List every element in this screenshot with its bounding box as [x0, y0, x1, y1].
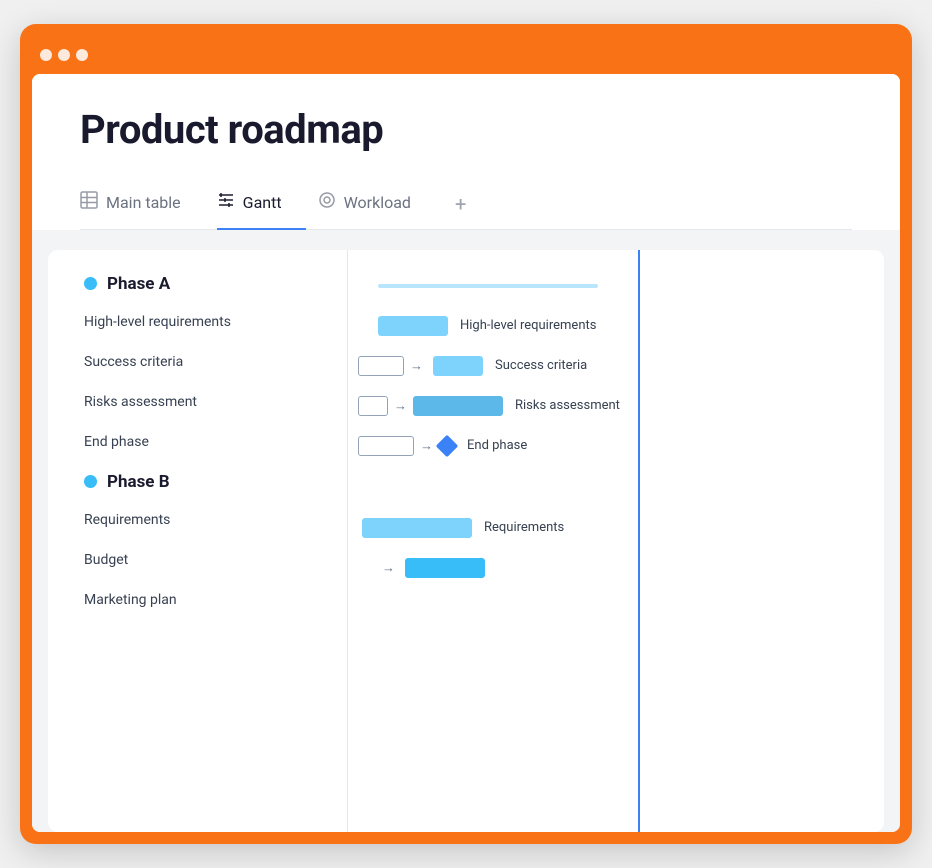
browser-dot-2 — [58, 49, 70, 61]
success-filled-bar — [433, 356, 483, 376]
table-icon — [80, 191, 98, 214]
success-bar-container: → Success criteria — [358, 356, 587, 376]
success-gantt-label: Success criteria — [495, 358, 587, 373]
gantt-chart: High-level requirements → Success criter… — [348, 250, 884, 833]
phase-b-group: Phase B Requirements Budget Marketing pl… — [84, 468, 347, 614]
task-end-phase: End phase — [84, 428, 347, 456]
browser-dots — [40, 49, 88, 61]
high-level-gantt-label: High-level requirements — [460, 318, 596, 333]
add-tab-button[interactable]: + — [447, 182, 474, 230]
phase-a-gantt-header-row — [348, 270, 884, 298]
gantt-left-panel: Phase A High-level requirements Success … — [48, 250, 348, 833]
gantt-body: Phase A High-level requirements Success … — [48, 250, 884, 833]
phase-b-label: Phase B — [107, 472, 170, 492]
phase-a-dot — [84, 277, 97, 290]
phase-a-label: Phase A — [107, 274, 170, 294]
browser-content: Product roadmap Main table — [32, 74, 900, 832]
risks-filled-bar — [413, 396, 503, 416]
requirements-bar-container: Requirements — [362, 518, 564, 538]
browser-dot-1 — [40, 49, 52, 61]
risks-arrow: → — [394, 398, 407, 414]
app-header: Product roadmap Main table — [32, 74, 900, 230]
browser-window: Product roadmap Main table — [20, 24, 912, 844]
tab-workload[interactable]: Workload — [318, 181, 435, 230]
gantt-row-high-level: High-level requirements — [348, 312, 884, 340]
end-phase-arrow: → — [420, 438, 433, 454]
task-high-level-label: High-level requirements — [84, 314, 231, 330]
success-arrow: → — [410, 358, 423, 374]
task-requirements-label: Requirements — [84, 512, 170, 528]
risks-bar-container: → Risks assessment — [358, 396, 620, 416]
workload-icon — [318, 191, 336, 214]
high-level-bar-container: High-level requirements — [378, 316, 596, 336]
budget-filled-bar — [405, 558, 485, 578]
tab-workload-label: Workload — [344, 193, 411, 212]
browser-chrome — [32, 36, 900, 74]
high-level-filled-bar — [378, 316, 448, 336]
task-success-criteria: Success criteria — [84, 348, 347, 376]
tabs-bar: Main table Gantt — [80, 181, 852, 230]
end-phase-bar-container: → End phase — [358, 436, 527, 456]
today-line — [638, 250, 640, 833]
page-title: Product roadmap — [80, 106, 852, 153]
risks-gantt-label: Risks assessment — [515, 398, 620, 413]
end-phase-gantt-label: End phase — [467, 438, 527, 453]
gantt-row-risks: → Risks assessment — [348, 392, 884, 420]
task-risks-assessment: Risks assessment — [84, 388, 347, 416]
phase-b-gantt-header-row — [348, 472, 884, 500]
task-marketing-plan: Marketing plan — [84, 586, 347, 614]
success-outline-bar — [358, 356, 404, 376]
phase-b-dot — [84, 475, 97, 488]
end-phase-milestone — [436, 434, 459, 457]
task-risks-label: Risks assessment — [84, 394, 197, 410]
gantt-panel: Phase A High-level requirements Success … — [48, 250, 884, 833]
tab-gantt-label: Gantt — [243, 193, 282, 212]
task-budget-label: Budget — [84, 552, 128, 568]
phase-a-bar — [378, 284, 598, 288]
end-phase-outline-bar — [358, 436, 414, 456]
browser-dot-3 — [76, 49, 88, 61]
requirements-filled-bar — [362, 518, 472, 538]
budget-arrow: → — [382, 560, 395, 576]
budget-bar-container: → — [382, 558, 485, 578]
gantt-row-budget: → — [348, 554, 884, 582]
task-budget: Budget — [84, 546, 347, 574]
task-end-phase-label: End phase — [84, 434, 149, 450]
phase-a-group: Phase A High-level requirements Success … — [84, 270, 347, 456]
gantt-row-end-phase: → End phase — [348, 432, 884, 460]
task-requirements: Requirements — [84, 506, 347, 534]
risks-outline-bar — [358, 396, 388, 416]
tab-main-table-label: Main table — [106, 193, 181, 212]
tab-gantt[interactable]: Gantt — [217, 181, 306, 230]
gantt-row-success: → Success criteria — [348, 352, 884, 380]
phase-b-header: Phase B — [84, 468, 347, 492]
gantt-icon — [217, 191, 235, 214]
task-marketing-label: Marketing plan — [84, 592, 177, 608]
phase-a-header: Phase A — [84, 270, 347, 294]
task-success-label: Success criteria — [84, 354, 183, 370]
tab-main-table[interactable]: Main table — [80, 181, 205, 230]
task-high-level-requirements: High-level requirements — [84, 308, 347, 336]
requirements-gantt-label: Requirements — [484, 520, 564, 535]
main-content: Phase A High-level requirements Success … — [32, 230, 900, 833]
gantt-row-requirements: Requirements — [348, 514, 884, 542]
